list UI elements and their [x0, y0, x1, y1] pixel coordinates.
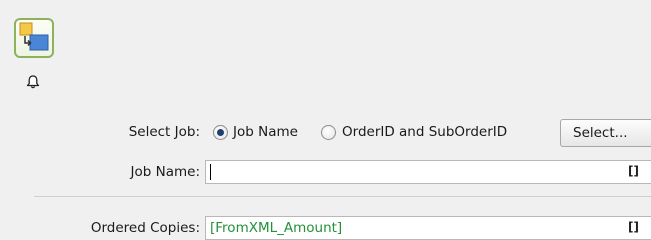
- job-name-field[interactable]: []: [205, 160, 651, 184]
- flow-element-icon[interactable]: [14, 18, 54, 58]
- job-name-radio[interactable]: [213, 125, 228, 140]
- ordered-copies-label: Ordered Copies:: [90, 220, 200, 236]
- text-cursor: [210, 164, 211, 180]
- ordered-copies-value: [FromXML_Amount]: [210, 220, 343, 236]
- flow-element-icon-graphic: [19, 22, 49, 51]
- divider: [34, 196, 651, 197]
- orderid-radio-label[interactable]: OrderID and SubOrderID: [342, 124, 507, 140]
- orderid-radio[interactable]: [321, 125, 336, 140]
- ordered-copies-field[interactable]: [FromXML_Amount] []: [205, 216, 651, 240]
- variable-picker-icon[interactable]: []: [628, 164, 639, 178]
- bell-icon[interactable]: [25, 74, 41, 90]
- job-name-radio-label[interactable]: Job Name: [233, 124, 298, 140]
- job-name-label: Job Name:: [130, 164, 200, 180]
- variable-picker-icon[interactable]: []: [628, 220, 639, 234]
- select-job-button[interactable]: Select...: [560, 119, 651, 147]
- job-properties-panel: Select Job: Job Name OrderID and SubOrde…: [0, 0, 651, 240]
- select-job-label: Select Job:: [128, 124, 200, 140]
